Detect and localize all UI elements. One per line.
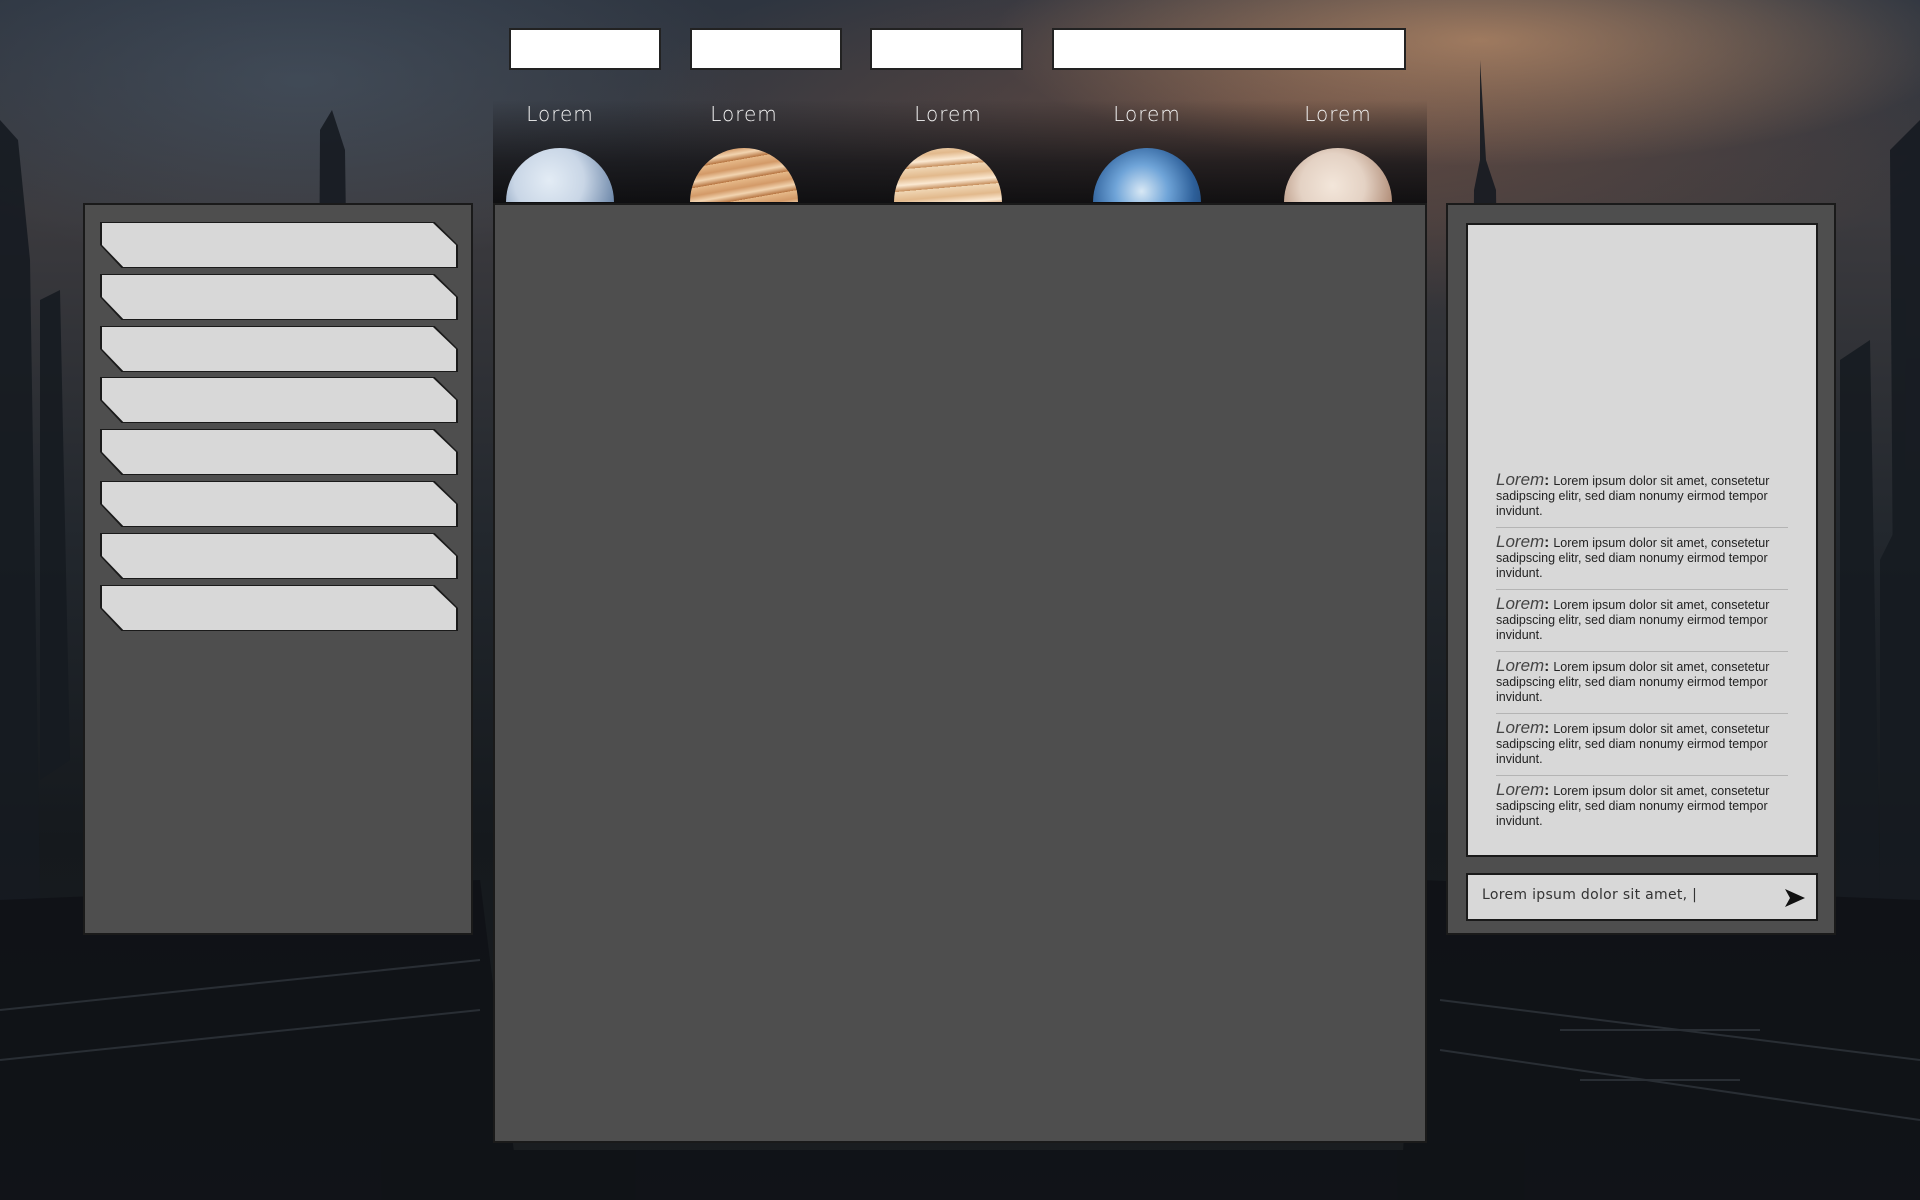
chat-message: Lorem: Lorem ipsum dolor sit amet, conse…	[1496, 714, 1788, 776]
chat-message: Lorem: Lorem ipsum dolor sit amet, conse…	[1496, 590, 1788, 652]
sidebar-item-3[interactable]	[102, 327, 456, 371]
chat-message-list: Lorem: Lorem ipsum dolor sit amet, conse…	[1496, 466, 1788, 837]
chat-message-separator: :	[1544, 596, 1554, 613]
sidebar-panel	[83, 203, 473, 935]
chat-message: Lorem: Lorem ipsum dolor sit amet, conse…	[1496, 466, 1788, 528]
chat-input-field[interactable]: Lorem ipsum dolor sit amet, |	[1466, 873, 1818, 921]
chat-message-separator: :	[1544, 472, 1554, 489]
chat-message-separator: :	[1544, 534, 1554, 551]
chat-message-area[interactable]: Lorem: Lorem ipsum dolor sit amet, conse…	[1466, 223, 1818, 857]
planet-option-1[interactable]: Lorem	[500, 100, 620, 204]
planet-option-2[interactable]: Lorem	[684, 100, 804, 204]
sidebar-item-7[interactable]	[102, 534, 456, 578]
nav-search-box[interactable]	[1052, 28, 1406, 70]
sidebar-item-4[interactable]	[102, 378, 456, 422]
nav-tab-1[interactable]	[509, 28, 661, 70]
chat-message-author: Lorem	[1496, 780, 1545, 799]
planet-label: Lorem	[710, 102, 778, 126]
nav-tab-3[interactable]	[870, 28, 1023, 70]
planet-option-4[interactable]: Lorem	[1087, 100, 1207, 204]
planet-label: Lorem	[914, 102, 982, 126]
chat-message-author: Lorem	[1496, 718, 1545, 737]
sidebar-item-6[interactable]	[102, 482, 456, 526]
chat-message: Lorem: Lorem ipsum dolor sit amet, conse…	[1496, 652, 1788, 714]
planet-label: Lorem	[1113, 102, 1181, 126]
send-arrow-icon[interactable]	[1784, 888, 1806, 908]
chat-message: Lorem: Lorem ipsum dolor sit amet, conse…	[1496, 528, 1788, 590]
chat-message-separator: :	[1544, 782, 1554, 799]
nav-tab-2[interactable]	[690, 28, 842, 70]
chat-message-author: Lorem	[1496, 470, 1545, 489]
chat-message-separator: :	[1544, 720, 1554, 737]
sidebar-item-5[interactable]	[102, 430, 456, 474]
planet-option-5[interactable]: Lorem	[1278, 100, 1398, 204]
main-content-panel	[493, 203, 1427, 1143]
chat-message-separator: :	[1544, 658, 1554, 675]
chat-panel: Lorem: Lorem ipsum dolor sit amet, conse…	[1446, 203, 1836, 935]
sidebar-item-2[interactable]	[102, 275, 456, 319]
planet-option-3[interactable]: Lorem	[888, 100, 1008, 204]
chat-message: Lorem: Lorem ipsum dolor sit amet, conse…	[1496, 776, 1788, 837]
planet-label: Lorem	[526, 102, 594, 126]
chat-message-author: Lorem	[1496, 656, 1545, 675]
sidebar-item-1[interactable]	[102, 223, 456, 267]
sidebar-item-8[interactable]	[102, 586, 456, 630]
chat-message-author: Lorem	[1496, 532, 1545, 551]
chat-message-author: Lorem	[1496, 594, 1545, 613]
planet-selector: Lorem Lorem Lorem Lorem Lorem	[493, 100, 1427, 204]
chat-input-value: Lorem ipsum dolor sit amet, |	[1482, 887, 1698, 903]
planet-label: Lorem	[1304, 102, 1372, 126]
